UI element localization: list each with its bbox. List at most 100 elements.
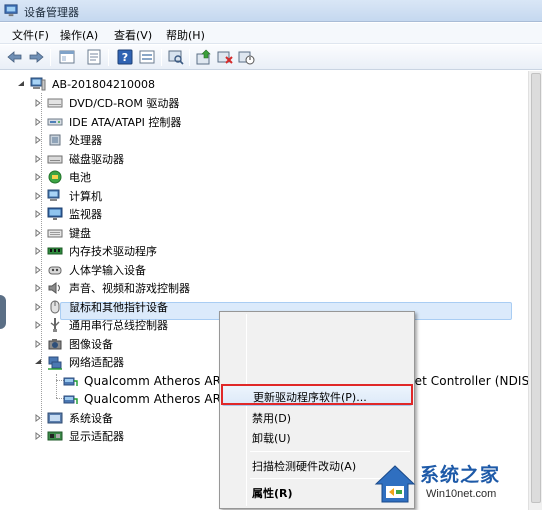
vertical-scrollbar[interactable] [528,71,542,510]
toolbar: ? [0,45,542,70]
menu-help[interactable]: 帮助(H) [164,27,207,43]
computer-icon [30,77,46,91]
expand-arrow-icon[interactable] [33,154,43,164]
network-adapter-icon [63,377,78,386]
tree-category-label: 处理器 [69,134,102,147]
expand-arrow-icon[interactable] [33,209,43,219]
processor-icon [49,134,61,146]
tree-category-label: 网络适配器 [69,356,124,369]
expand-arrow-icon[interactable] [33,172,43,182]
tree-category-label: 电池 [69,171,91,184]
dvd-drive-icon [47,98,63,108]
disable-icon[interactable] [236,48,256,66]
tree-category-label: 人体学输入设备 [69,264,146,277]
title-bar: 设备管理器 [0,0,542,22]
expand-arrow-icon[interactable] [33,339,43,349]
scan-hardware-label: 扫描检测硬件改动(A) [252,460,357,473]
sound-icon [48,282,60,294]
tree-category-item[interactable]: 电池 [33,168,93,186]
ide-controller-icon [47,118,63,126]
menu-bar: 文件(F) 操作(A) 查看(V) 帮助(H) [0,23,542,44]
tree-category-item[interactable]: 显示适配器 [33,427,126,445]
tree-category-item[interactable]: 内存技术驱动程序 [33,242,159,260]
menu-file[interactable]: 文件(F) [10,27,51,43]
device-manager-icon [4,4,18,17]
forward-arrow-icon[interactable] [26,48,46,66]
tree-category-item[interactable]: 通用串行总线控制器 [33,316,170,334]
watermark: 系统之家 Win10net.com [370,458,542,510]
network-icon [48,356,62,370]
house-logo-icon [374,465,416,503]
memory-icon [47,247,63,255]
tree-category-label: 内存技术驱动程序 [69,245,157,258]
scrollbar-thumb[interactable] [531,73,541,503]
expand-arrow-icon[interactable] [33,228,43,238]
monitor-icon [47,207,63,220]
tree-category-label: 系统设备 [69,412,113,425]
tree-category-label: 磁盘驱动器 [69,153,124,166]
network-adapter-icon [63,395,78,404]
tree-category-label: 显示适配器 [69,430,124,443]
tree-category-label: 键盘 [69,227,91,240]
tree-category-label: 通用串行总线控制器 [69,319,168,332]
computer-icon [47,189,60,201]
tree-category-item[interactable]: 声音、视频和游戏控制器 [33,279,192,297]
tree-item-wireless-adapter[interactable]: Qualcomm Atheros AR94 [62,390,239,408]
expand-arrow-icon[interactable] [33,320,43,330]
expand-arrow-icon[interactable] [33,246,43,256]
properties-label: 属性(R) [252,487,293,500]
camera-icon [48,339,62,350]
expand-arrow-icon[interactable] [33,413,43,423]
window-title: 设备管理器 [24,6,79,19]
tree-category-item[interactable]: 处理器 [33,131,104,149]
display-adapter-icon [47,431,63,441]
tree-category-item[interactable]: IDE ATA/ATAPI 控制器 [33,113,183,131]
expand-arrow-icon[interactable] [33,191,43,201]
tree-category-label: 图像设备 [69,338,113,351]
menu-separator [250,451,410,452]
tree-category-item[interactable]: DVD/CD-ROM 驱动器 [33,94,181,112]
expand-arrow-icon[interactable] [33,431,43,441]
tree-category-item[interactable]: 系统设备 [33,409,115,427]
disable-label: 禁用(D) [252,412,292,425]
tree-category-label: 鼠标和其他指针设备 [69,301,168,314]
expand-arrow-icon[interactable] [33,117,43,127]
console-tree-icon[interactable] [57,48,77,66]
scan-hardware-icon[interactable] [166,48,186,66]
back-arrow-icon[interactable] [5,48,25,66]
collapse-arrow-icon[interactable] [33,357,43,367]
tree-category-item[interactable]: 监视器 [33,205,104,223]
uninstall-icon[interactable] [215,48,235,66]
menu-item-disable[interactable]: 禁用(D) [222,406,412,428]
expand-arrow-icon[interactable] [33,283,43,293]
expand-arrow-icon[interactable] [33,302,43,312]
tree-root-node[interactable]: AB-201804210008 [16,75,157,93]
menu-view[interactable]: 查看(V) [112,27,154,43]
help-icon[interactable]: ? [115,48,135,66]
menu-action[interactable]: 操作(A) [58,27,100,43]
tree-category-label: IDE ATA/ATAPI 控制器 [69,116,182,129]
disk-drive-icon [47,155,63,164]
expand-arrow-icon[interactable] [33,135,43,145]
update-driver-icon[interactable] [194,48,214,66]
mouse-icon [50,300,60,314]
tree-category-label: DVD/CD-ROM 驱动器 [69,97,180,110]
tree-category-item[interactable]: 网络适配器 [33,353,126,371]
tree-category-item[interactable]: 人体学输入设备 [33,261,148,279]
tree-category-item[interactable]: 图像设备 [33,335,115,353]
tree-category-label: 计算机 [69,190,102,203]
view-icon[interactable] [137,48,157,66]
menu-item-uninstall[interactable]: 卸载(U) [222,426,412,448]
properties-icon[interactable] [84,48,104,66]
usb-icon [50,318,60,332]
tree-category-item[interactable]: 磁盘驱动器 [33,150,126,168]
tree-category-item[interactable]: 计算机 [33,187,104,205]
expand-arrow-icon[interactable] [33,98,43,108]
tree-category-item[interactable]: 鼠标和其他指针设备 [33,298,170,316]
hid-icon [48,266,62,275]
wireless-adapter-label: Qualcomm Atheros AR94 [84,392,237,406]
collapse-arrow-icon[interactable] [16,79,26,89]
expand-arrow-icon[interactable] [33,265,43,275]
tree-category-item[interactable]: 键盘 [33,224,93,242]
watermark-title: 系统之家 [420,464,501,486]
